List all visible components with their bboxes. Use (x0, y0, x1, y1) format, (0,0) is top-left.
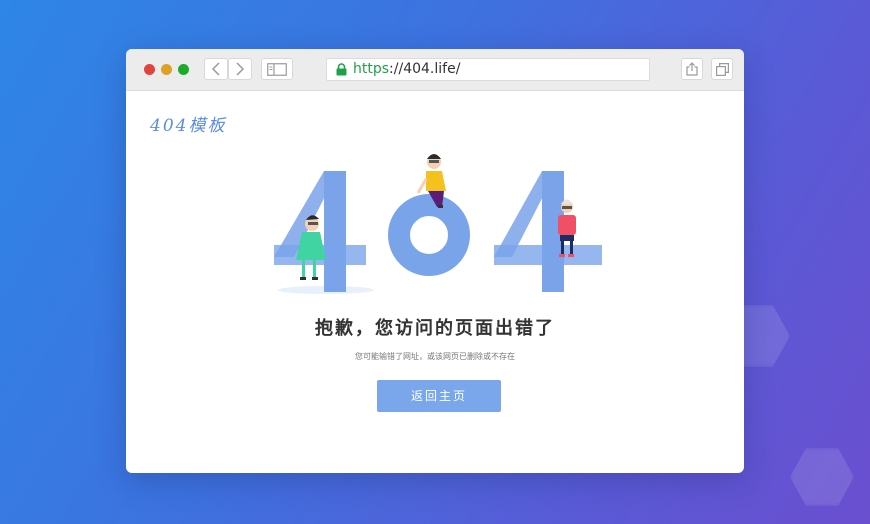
digit-four-left (274, 171, 366, 292)
digit-four-right (494, 171, 602, 292)
browser-toolbar: https://404.life/ (126, 49, 744, 91)
zoom-window-button[interactable] (178, 64, 189, 75)
chevron-right-icon (236, 62, 245, 76)
url-host: ://404.life/ (389, 61, 461, 77)
forward-button[interactable] (228, 58, 252, 80)
digit-zero (388, 194, 470, 276)
browser-window: https://404.life/ 404模板 抱歉，您访问的页面出错了 您可能… (126, 49, 744, 473)
tabs-button[interactable] (711, 58, 733, 80)
tabs-icon (715, 62, 729, 76)
close-window-button[interactable] (144, 64, 155, 75)
return-home-button[interactable]: 返回主页 (377, 380, 501, 412)
sidebar-button[interactable] (261, 58, 293, 80)
back-button[interactable] (204, 58, 228, 80)
lock-icon (336, 63, 347, 76)
error-description: 您可能输错了网址，或该网页已删除或不存在 (355, 352, 515, 361)
address-bar[interactable]: https://404.life/ (326, 58, 650, 81)
share-icon (686, 62, 698, 76)
decor-hexagon (790, 448, 854, 506)
share-button[interactable] (681, 58, 703, 80)
url-scheme: https (353, 61, 390, 77)
site-logo[interactable]: 404模板 (150, 111, 226, 136)
error-404-illustration (274, 154, 602, 294)
error-headline: 抱歉，您访问的页面出错了 (315, 318, 555, 339)
minimize-window-button[interactable] (161, 64, 172, 75)
chevron-left-icon (211, 62, 220, 76)
sidebar-icon (267, 62, 287, 76)
